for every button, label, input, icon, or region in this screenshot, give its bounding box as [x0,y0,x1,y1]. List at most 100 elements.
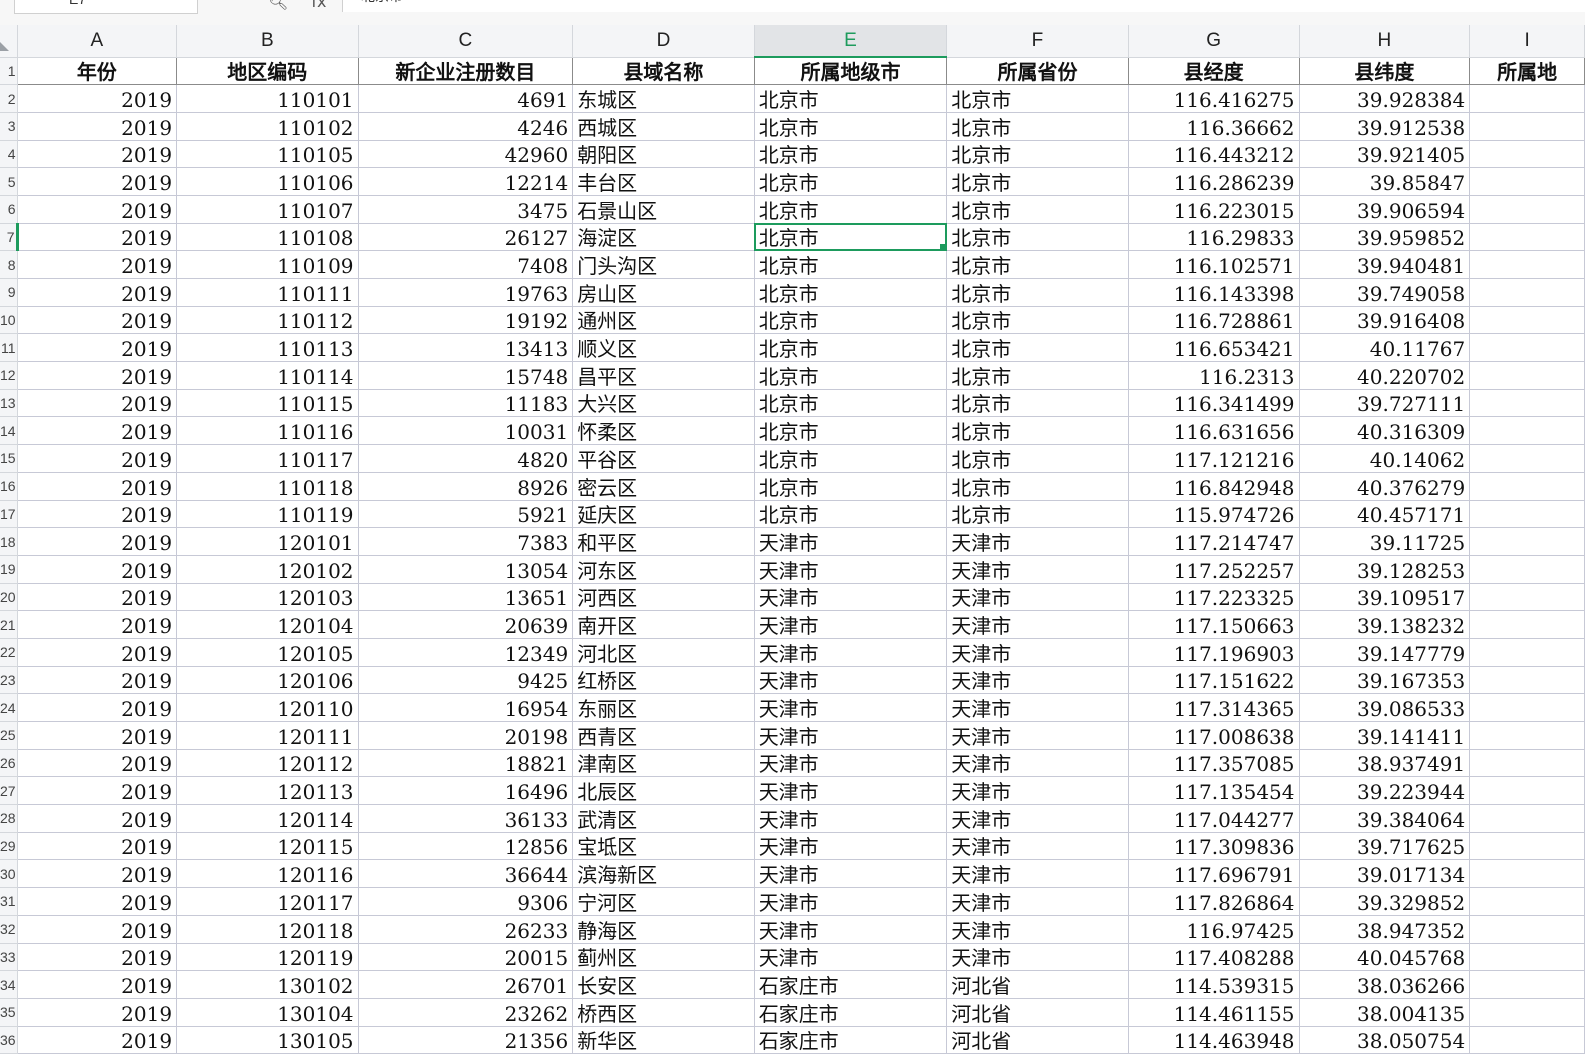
data-cell[interactable]: 39.85847 [1299,167,1471,196]
data-cell[interactable]: 2019 [17,1026,178,1054]
data-cell[interactable]: 武清区 [572,804,755,833]
data-cell[interactable]: 2019 [17,610,178,639]
data-cell[interactable]: 2019 [17,500,178,529]
data-cell[interactable]: 天津市 [754,693,948,722]
column-header-f[interactable]: F [946,25,1129,58]
spreadsheet-grid[interactable]: A B C D E F G H I 1 年份 地区编码 新企业注册数目 县域名称 所属地级市 所属省份 县经度县… [0,25,1585,1054]
data-cell[interactable]: 110119 [176,500,359,529]
data-cell[interactable] [1469,998,1585,1027]
data-cell[interactable]: 北京市 [946,361,1129,390]
data-cell[interactable]: 北京市 [946,416,1129,446]
column-header-e[interactable]: E [754,25,948,58]
data-cell[interactable]: 北京市 [754,361,948,390]
data-cell[interactable] [1469,832,1585,861]
data-cell[interactable]: 静海区 [572,915,755,944]
row-number[interactable]: 28 [0,804,18,833]
data-cell[interactable] [1469,112,1585,141]
data-cell[interactable]: 115.974726 [1128,500,1300,529]
data-cell[interactable] [1469,583,1585,612]
data-cell[interactable]: 117.309836 [1128,832,1300,861]
data-cell[interactable]: 110108 [176,223,359,252]
data-cell[interactable]: 北京市 [946,333,1129,363]
row-number[interactable]: 13 [0,389,18,418]
data-cell[interactable]: 北京市 [946,112,1129,141]
fx-icon[interactable]: fx [311,0,326,11]
data-cell[interactable]: 39.141411 [1299,721,1471,750]
data-cell[interactable]: 天津市 [754,915,948,944]
data-cell[interactable]: 南开区 [572,610,755,639]
row-number[interactable]: 34 [0,970,18,999]
data-cell[interactable]: 39.940481 [1299,250,1471,279]
data-cell[interactable]: 2019 [17,887,178,916]
row-number[interactable]: 17 [0,500,18,529]
data-cell[interactable]: 北京市 [754,416,948,446]
data-cell[interactable] [1469,167,1585,196]
data-cell[interactable]: 116.416275 [1128,84,1300,113]
data-cell[interactable]: 4691 [358,84,574,113]
data-cell[interactable]: 天津市 [946,693,1129,722]
data-cell[interactable]: 天津市 [946,859,1129,889]
data-cell[interactable]: 110112 [176,306,359,335]
data-cell[interactable]: 2019 [17,112,178,141]
row-number[interactable]: 15 [0,444,18,473]
data-cell[interactable]: 9425 [358,666,574,695]
data-cell[interactable]: 北京市 [754,500,948,529]
data-cell[interactable]: 2019 [17,583,178,612]
data-cell[interactable]: 114.461155 [1128,998,1300,1027]
data-cell[interactable]: 13413 [358,333,574,363]
row-number[interactable]: 26 [0,749,18,778]
data-cell[interactable]: 40.457171 [1299,500,1471,529]
data-cell[interactable]: 120104 [176,610,359,639]
data-cell[interactable]: 8926 [358,472,574,501]
data-cell[interactable]: 2019 [17,278,178,307]
data-cell[interactable]: 河东区 [572,555,755,584]
data-cell[interactable]: 116.2313 [1128,361,1300,390]
data-cell[interactable]: 116.842948 [1128,472,1300,501]
data-cell[interactable]: 117.150663 [1128,610,1300,639]
data-cell[interactable]: 天津市 [754,721,948,750]
data-cell[interactable]: 117.121216 [1128,444,1300,473]
data-cell[interactable]: 天津市 [754,943,948,972]
data-cell[interactable]: 110106 [176,167,359,196]
data-cell[interactable]: 顺义区 [572,333,755,363]
data-cell[interactable] [1469,638,1585,667]
data-cell[interactable]: 2019 [17,832,178,861]
data-cell[interactable]: 117.151622 [1128,666,1300,695]
data-cell[interactable]: 110109 [176,250,359,279]
data-cell[interactable]: 天津市 [946,943,1129,972]
row-number[interactable]: 32 [0,915,18,944]
data-cell[interactable]: 北京市 [946,278,1129,307]
data-cell[interactable]: 117.408288 [1128,943,1300,972]
data-cell[interactable]: 2019 [17,804,178,833]
header-cell[interactable]: 县域名称 [572,56,755,86]
data-cell[interactable]: 117.135454 [1128,776,1300,806]
data-cell[interactable]: 延庆区 [572,500,755,529]
data-cell[interactable]: 2019 [17,389,178,418]
data-cell[interactable]: 117.696791 [1128,859,1300,889]
data-cell[interactable]: 朝阳区 [572,140,755,169]
data-cell[interactable]: 2019 [17,998,178,1027]
data-cell[interactable] [1469,278,1585,307]
data-cell[interactable] [1469,943,1585,972]
data-cell[interactable]: 110102 [176,112,359,141]
data-cell[interactable]: 39.912538 [1299,112,1471,141]
data-cell[interactable]: 39.717625 [1299,832,1471,861]
data-cell[interactable]: 116.223015 [1128,195,1300,224]
data-cell[interactable]: 39.329852 [1299,887,1471,916]
data-cell[interactable]: 130104 [176,998,359,1027]
data-cell[interactable]: 120119 [176,943,359,972]
data-cell[interactable]: 117.357085 [1128,749,1300,778]
data-cell[interactable]: 怀柔区 [572,416,755,446]
data-cell[interactable]: 石景山区 [572,195,755,224]
data-cell[interactable] [1469,555,1585,584]
data-cell[interactable]: 39.086533 [1299,693,1471,722]
data-cell[interactable]: 117.214747 [1128,527,1300,556]
data-cell[interactable]: 110115 [176,389,359,418]
data-cell[interactable]: 天津市 [946,610,1129,639]
data-cell[interactable]: 5921 [358,500,574,529]
row-number[interactable]: 18 [0,527,18,556]
data-cell[interactable]: 天津市 [946,915,1129,944]
data-cell[interactable]: 天津市 [946,555,1129,584]
data-cell[interactable]: 红桥区 [572,666,755,695]
row-number[interactable]: 16 [0,472,18,501]
